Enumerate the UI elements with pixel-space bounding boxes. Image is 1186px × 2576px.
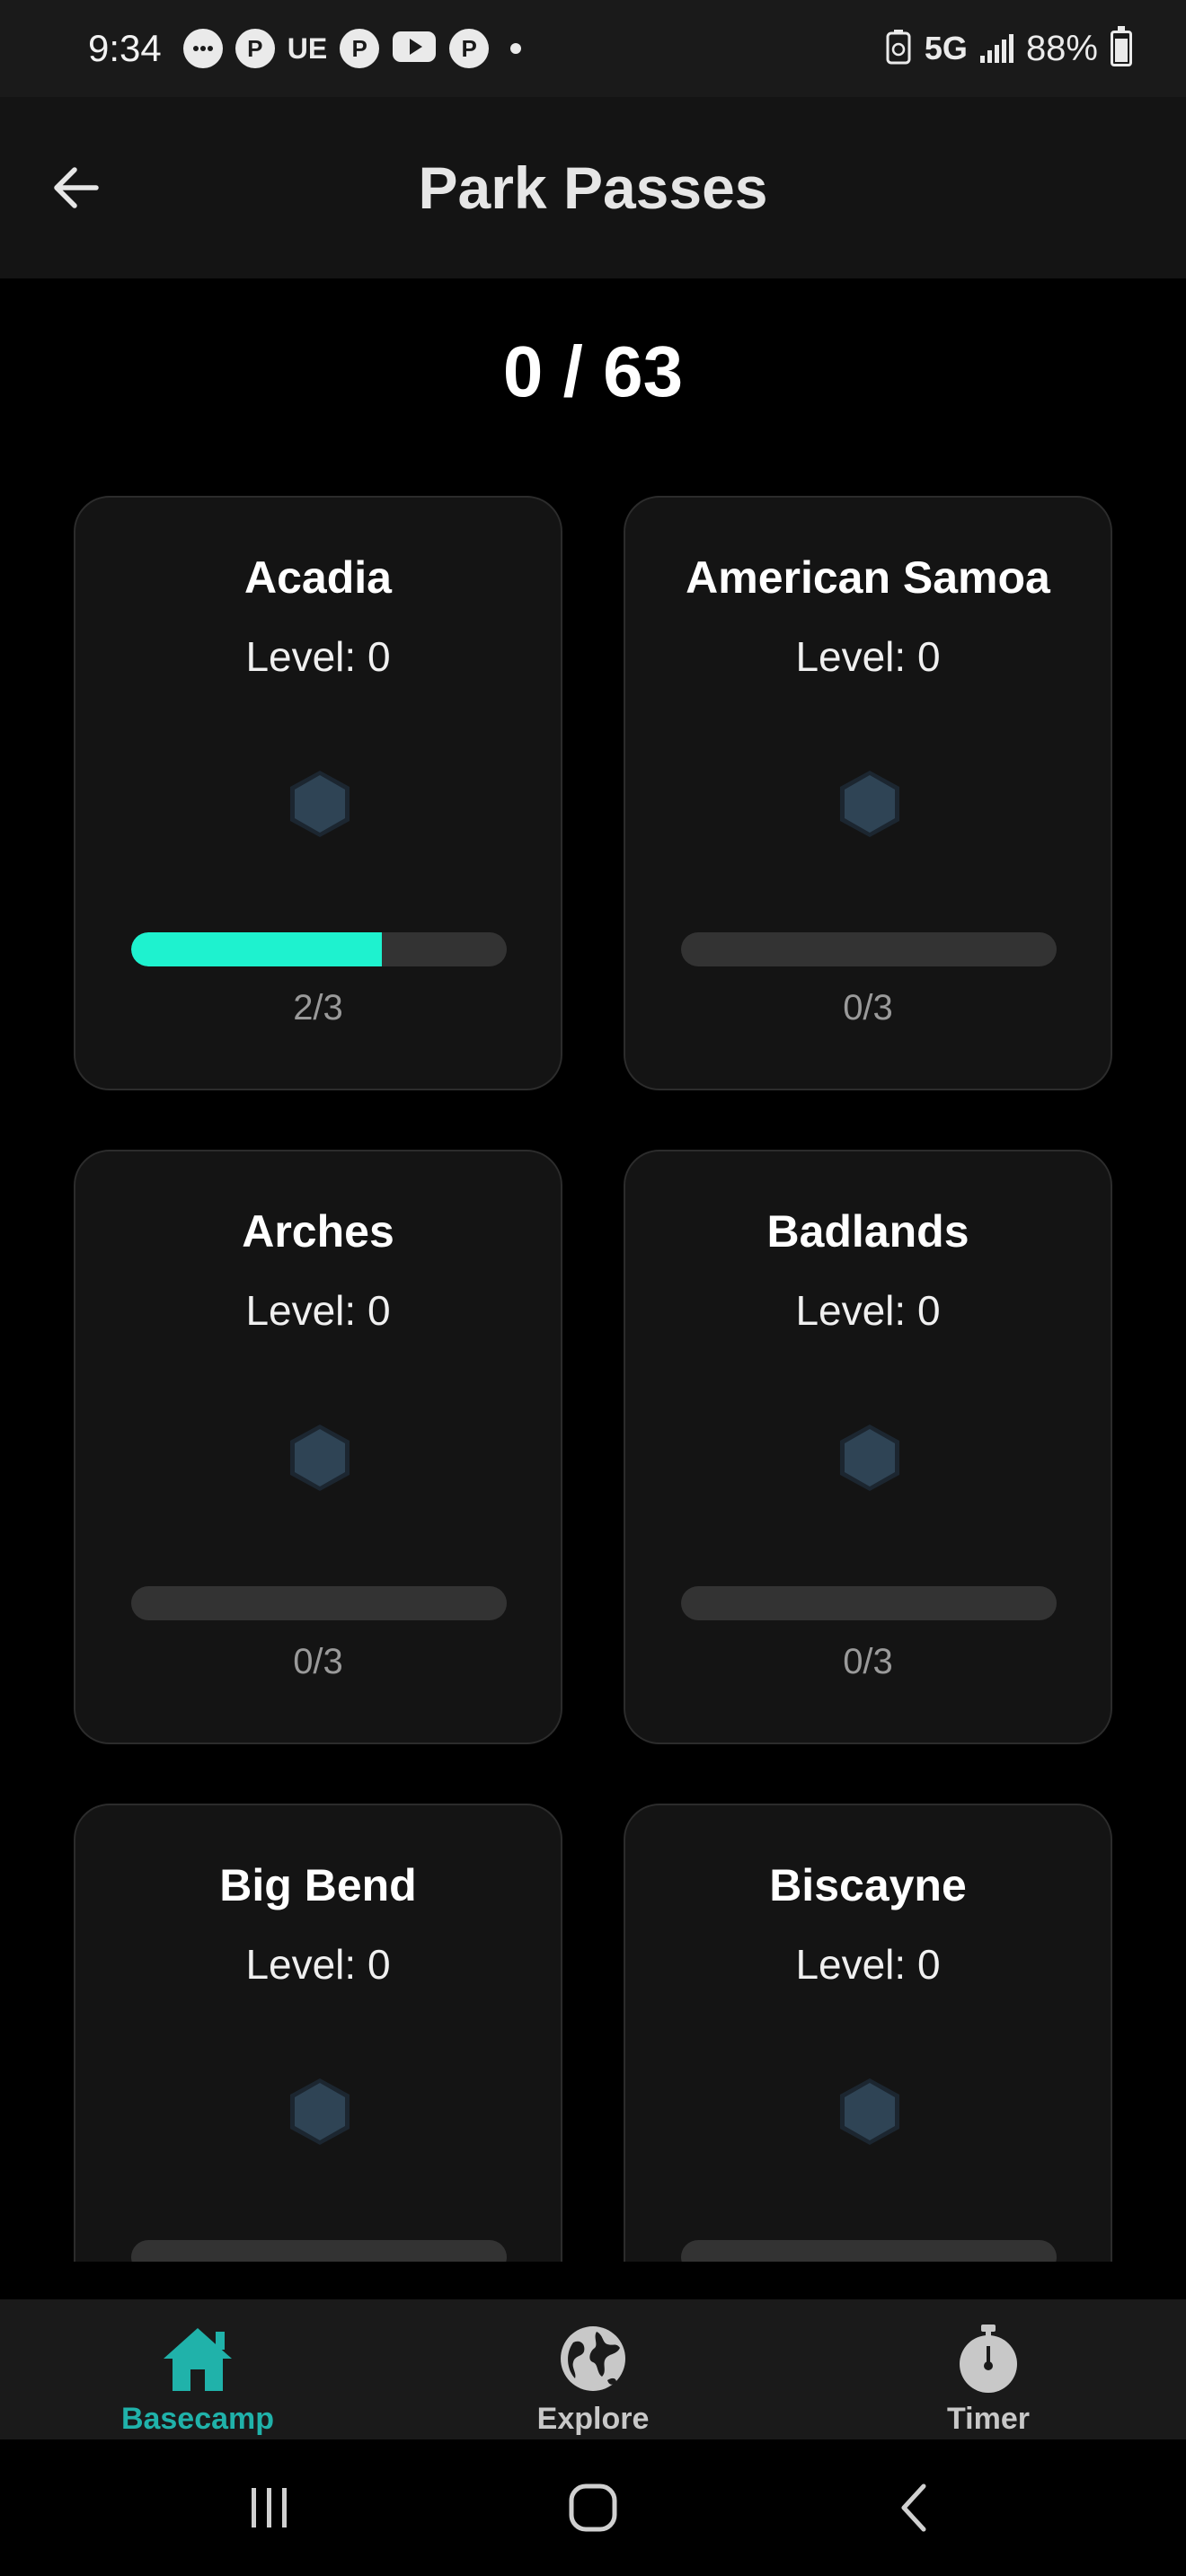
nav-basecamp[interactable]: Basecamp xyxy=(0,2299,395,2439)
bottom-nav: Basecamp Explore Timer xyxy=(0,2299,1186,2439)
nav-label: Timer xyxy=(947,2402,1030,2436)
park-name: Arches xyxy=(242,1206,394,1257)
progress-count: 0/3 xyxy=(843,988,893,1028)
park-level: Level: 0 xyxy=(795,1941,941,1988)
park-name: Acadia xyxy=(244,552,392,603)
park-level: Level: 0 xyxy=(795,1287,941,1334)
progress-bar xyxy=(681,932,1057,966)
pinterest-icon: P xyxy=(340,29,380,68)
arrow-left-icon xyxy=(54,167,99,208)
collected-counter: 0 / 63 xyxy=(502,331,684,411)
park-card[interactable]: American Samoa Level: 0 0/3 xyxy=(624,496,1112,1090)
status-left: 9:34 P UE P P xyxy=(88,27,522,70)
nav-label: Basecamp xyxy=(120,2402,275,2436)
nav-explore[interactable]: Explore xyxy=(395,2299,791,2439)
progress-bar xyxy=(131,1586,507,1620)
park-card[interactable]: Acadia Level: 0 2/3 xyxy=(74,496,562,1090)
progress-count: 0/3 xyxy=(293,1642,343,1681)
hexagon-badge-icon xyxy=(840,771,899,837)
nav-label: Explore xyxy=(536,2402,650,2436)
recents-icon xyxy=(252,2488,287,2527)
youtube-icon xyxy=(392,29,437,69)
park-name: Biscayne xyxy=(769,1860,967,1910)
progress-bar xyxy=(681,1586,1057,1620)
park-name: American Samoa xyxy=(686,552,1050,603)
hexagon-badge-icon xyxy=(290,2078,350,2145)
home-button[interactable] xyxy=(539,2463,647,2553)
chat-icon xyxy=(182,29,223,68)
network-type: 5G xyxy=(924,30,968,66)
hexagon-badge-icon xyxy=(840,2078,899,2145)
park-level: Level: 0 xyxy=(245,1287,391,1334)
battery-percent: 88% xyxy=(1025,28,1098,68)
system-nav-bar xyxy=(0,2439,1186,2576)
progress-bar xyxy=(681,2240,1057,2262)
back-button[interactable] xyxy=(45,156,108,219)
screen: 9:34 P UE P P 5G 88% Park Passes 0 / 63 … xyxy=(0,0,1186,2576)
park-level: Level: 0 xyxy=(795,633,941,680)
park-card[interactable]: Badlands Level: 0 0/3 xyxy=(624,1150,1112,1744)
home-icon xyxy=(160,2321,235,2396)
park-card[interactable]: Arches Level: 0 0/3 xyxy=(74,1150,562,1744)
notification-dot xyxy=(510,43,522,54)
pinterest-icon: P xyxy=(449,29,490,68)
park-name: Badlands xyxy=(766,1206,969,1257)
recent-apps-button[interactable] xyxy=(216,2463,323,2553)
stopwatch-icon xyxy=(951,2321,1026,2396)
progress-count: 2/3 xyxy=(293,988,343,1028)
park-name: Big Bend xyxy=(219,1860,417,1910)
park-grid-viewport[interactable]: Acadia Level: 0 2/3 American Samoa Level: 0 0… xyxy=(0,467,1186,2262)
park-level: Level: 0 xyxy=(245,1941,391,1988)
nav-timer[interactable]: Timer xyxy=(791,2299,1186,2439)
progress-bar xyxy=(131,932,507,966)
hexagon-badge-icon xyxy=(290,1425,350,1491)
battery-icon xyxy=(1111,26,1132,66)
app-bar: Park Passes xyxy=(0,97,1186,278)
signal-icon xyxy=(979,34,1013,63)
home-circle-icon xyxy=(569,2483,617,2532)
chevron-left-icon xyxy=(901,2483,926,2532)
status-right: 5G 88% xyxy=(885,26,1132,69)
park-grid: Acadia Level: 0 2/3 American Samoa Level: 0 0… xyxy=(74,496,1112,2262)
progress-bar xyxy=(131,2240,507,2262)
park-card[interactable]: Big BendLevel: 00/3 xyxy=(74,1804,562,2262)
park-level: Level: 0 xyxy=(245,633,391,680)
battery-saver-icon xyxy=(885,29,912,69)
status-bar: 9:34 P UE P P 5G 88% xyxy=(0,0,1186,97)
page-title: Park Passes xyxy=(418,154,768,221)
globe-icon xyxy=(555,2321,631,2396)
hexagon-badge-icon xyxy=(290,771,350,837)
progress-fill xyxy=(131,932,382,966)
system-back-button[interactable] xyxy=(863,2463,970,2553)
ue-icon: UE xyxy=(287,31,328,65)
park-card[interactable]: BiscayneLevel: 00/3 xyxy=(624,1804,1112,2262)
pinterest-icon: P xyxy=(235,29,275,68)
hexagon-badge-icon xyxy=(840,1425,899,1491)
progress-count: 0/3 xyxy=(843,1642,893,1681)
status-time: 9:34 xyxy=(88,27,162,69)
